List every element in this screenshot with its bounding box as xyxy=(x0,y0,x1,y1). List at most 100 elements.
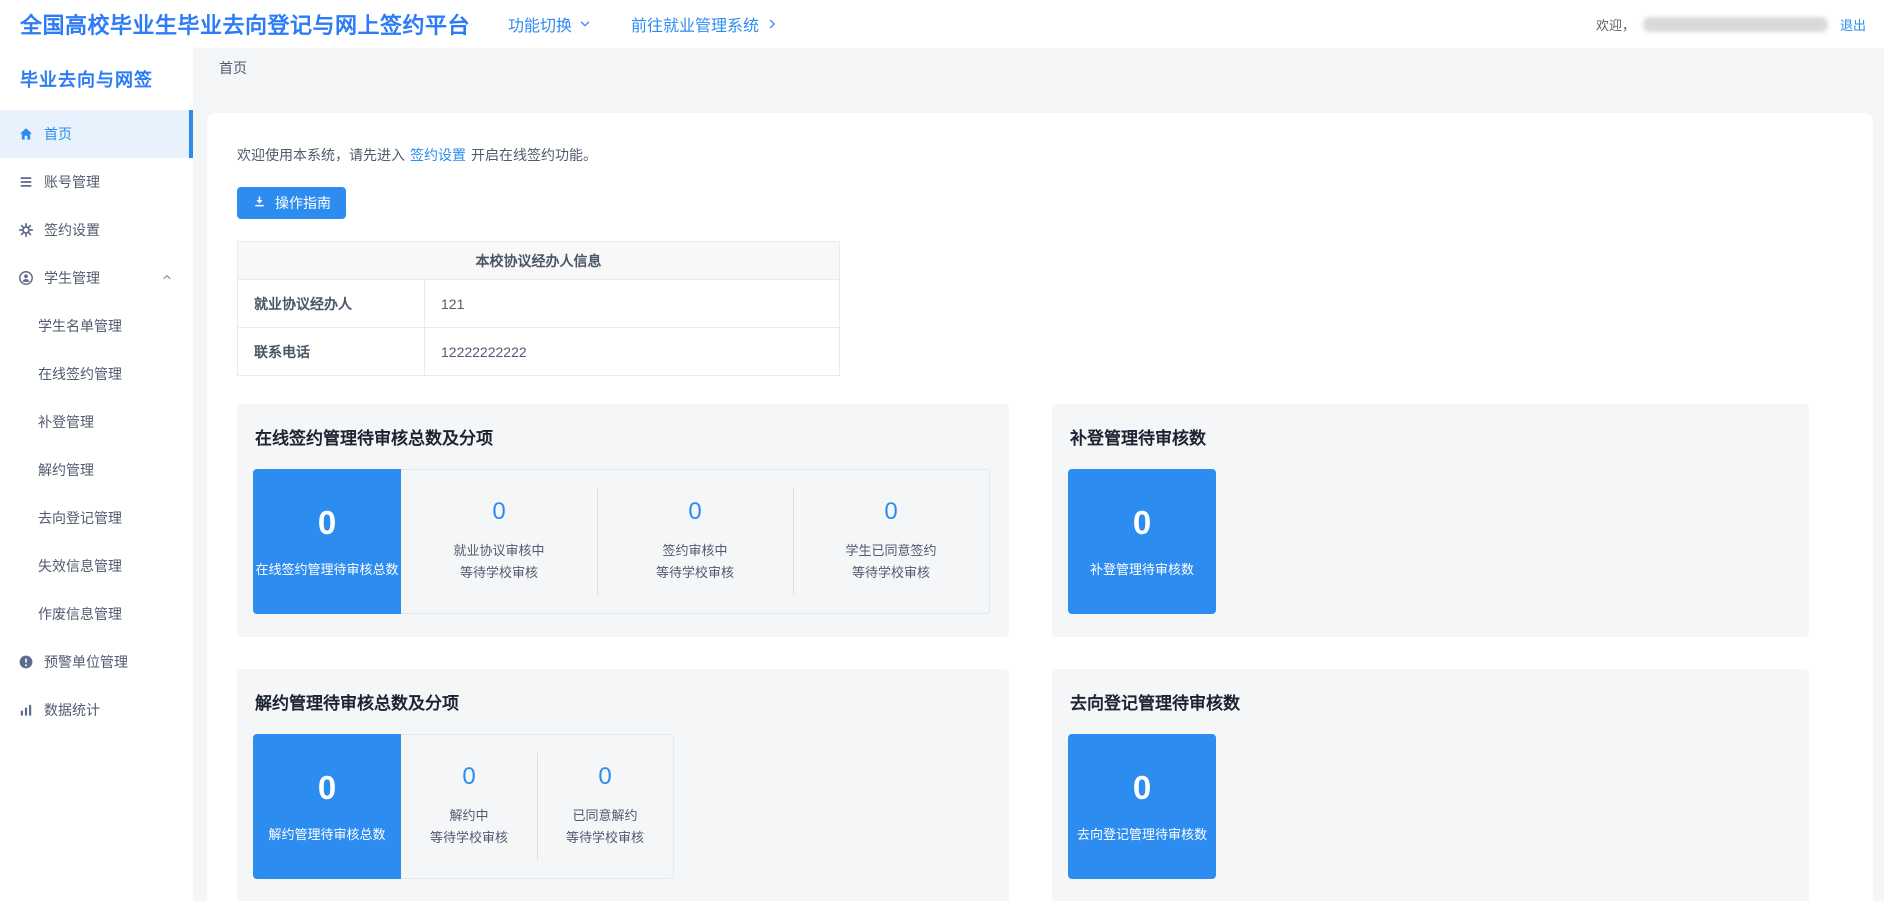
stat-item-student-agreed[interactable]: 0 学生已同意签约 等待学校审核 xyxy=(793,470,989,613)
sign-settings-link[interactable]: 签约设置 xyxy=(410,147,466,163)
total-label: 在线签约管理待审核总数 xyxy=(255,559,398,578)
stat-line: 等待学校审核 xyxy=(430,827,508,849)
stat-item-terminating[interactable]: 0 解约中 等待学校审核 xyxy=(401,735,537,878)
tab-home[interactable]: 首页 xyxy=(219,58,247,78)
sidebar-brand: 毕业去向与网签 xyxy=(0,48,193,110)
card-online-signing: 在线签约管理待审核总数及分项 0 在线签约管理待审核总数 0 就业协议审核中 等… xyxy=(237,404,1009,637)
sidebar-item-label: 补登管理 xyxy=(38,412,94,432)
logout-link[interactable]: 退出 xyxy=(1840,15,1866,34)
destination-total-tile[interactable]: 0 去向登记管理待审核数 xyxy=(1068,734,1216,879)
redacted-username xyxy=(1643,17,1828,32)
table-row: 就业协议经办人 121 xyxy=(238,280,840,328)
sidebar-item-label: 在线签约管理 xyxy=(38,364,122,384)
stat-line: 签约审核中 xyxy=(662,540,727,562)
topbar-user-area: 欢迎， 退出 xyxy=(1596,15,1866,34)
sidebar-item-label: 失效信息管理 xyxy=(38,556,122,576)
total-value: 0 xyxy=(1133,506,1151,539)
total-value: 0 xyxy=(318,771,336,804)
operation-guide-label: 操作指南 xyxy=(275,193,331,213)
sidebar-item-warning-units[interactable]: 预警单位管理 xyxy=(0,638,193,686)
sidebar-item-destination-mgmt[interactable]: 去向登记管理 xyxy=(0,494,193,542)
welcome-text-before: 欢迎使用本系统，请先进入 xyxy=(237,147,405,163)
termination-total-tile[interactable]: 0 解约管理待审核总数 xyxy=(253,734,401,879)
stat-line: 已同意解约 xyxy=(572,805,637,827)
sidebar: 毕业去向与网签 首页 账号管理 签约设置 学生管理 xyxy=(0,48,193,901)
go-employment-system-link[interactable]: 前往就业管理系统 xyxy=(631,12,778,36)
stat-cards-grid: 在线签约管理待审核总数及分项 0 在线签约管理待审核总数 0 就业协议审核中 等… xyxy=(237,404,1843,901)
main-panel: 欢迎使用本系统，请先进入签约设置开启在线签约功能。 操作指南 本校协议经办人信息… xyxy=(207,113,1873,901)
sidebar-item-label: 解约管理 xyxy=(38,460,94,480)
stat-items-box: 0 解约中 等待学校审核 0 已同意解约 等待学校审核 xyxy=(401,734,674,879)
sidebar-item-online-sign-mgmt[interactable]: 在线签约管理 xyxy=(0,350,193,398)
stat-item-sign-review[interactable]: 0 签约审核中 等待学校审核 xyxy=(597,470,793,613)
stat-line: 等待学校审核 xyxy=(852,562,930,584)
stat-line: 解约中 xyxy=(449,805,488,827)
sidebar-item-void-info-mgmt[interactable]: 作废信息管理 xyxy=(0,590,193,638)
card-title: 补登管理待审核数 xyxy=(1068,424,1793,449)
function-switch-link[interactable]: 功能切换 xyxy=(508,12,591,36)
sidebar-item-label: 首页 xyxy=(44,124,72,144)
welcome-text-after: 开启在线签约功能。 xyxy=(471,147,597,163)
sidebar-item-label: 学生名单管理 xyxy=(38,316,122,336)
user-icon xyxy=(18,270,34,286)
go-employment-system-label: 前往就业管理系统 xyxy=(631,12,759,36)
card-title: 去向登记管理待审核数 xyxy=(1068,689,1793,714)
total-label: 解约管理待审核总数 xyxy=(268,824,385,843)
agent-info-table: 本校协议经办人信息 就业协议经办人 121 联系电话 12222222222 xyxy=(237,241,840,376)
total-label: 补登管理待审核数 xyxy=(1090,559,1194,578)
sidebar-item-label: 签约设置 xyxy=(44,220,100,240)
card-destination: 去向登记管理待审核数 0 去向登记管理待审核数 xyxy=(1052,669,1809,901)
home-icon xyxy=(18,126,34,142)
stat-item-termination-agreed[interactable]: 0 已同意解约 等待学校审核 xyxy=(537,735,673,878)
top-nav: 功能切换 前往就业管理系统 xyxy=(508,12,778,36)
sidebar-item-label: 学生管理 xyxy=(44,268,100,288)
card-body: 0 在线签约管理待审核总数 0 就业协议审核中 等待学校审核 0 签约 xyxy=(253,469,993,614)
card-title: 解约管理待审核总数及分项 xyxy=(253,689,993,714)
stat-line: 等待学校审核 xyxy=(656,562,734,584)
warning-icon xyxy=(18,654,34,670)
chevron-up-icon xyxy=(161,270,173,286)
stat-line: 等待学校审核 xyxy=(460,562,538,584)
welcome-message: 欢迎使用本系统，请先进入签约设置开启在线签约功能。 xyxy=(237,145,1843,165)
sidebar-item-student-mgmt[interactable]: 学生管理 xyxy=(0,254,193,302)
card-body: 0 去向登记管理待审核数 xyxy=(1068,734,1793,879)
card-supplementary: 补登管理待审核数 0 补登管理待审核数 xyxy=(1052,404,1809,637)
phone-value: 12222222222 xyxy=(425,328,840,376)
table-row: 联系电话 12222222222 xyxy=(238,328,840,376)
sidebar-item-termination-mgmt[interactable]: 解约管理 xyxy=(0,446,193,494)
bar-chart-icon xyxy=(18,702,34,718)
chevron-right-icon xyxy=(766,18,778,30)
welcome-label: 欢迎， xyxy=(1596,15,1635,34)
online-signing-total-tile[interactable]: 0 在线签约管理待审核总数 xyxy=(253,469,401,614)
sidebar-item-label: 作废信息管理 xyxy=(38,604,122,624)
stat-line: 等待学校审核 xyxy=(566,827,644,849)
sidebar-item-home[interactable]: 首页 xyxy=(0,110,193,158)
sidebar-item-label: 数据统计 xyxy=(44,700,100,720)
function-switch-label: 功能切换 xyxy=(508,12,572,36)
sidebar-item-label: 预警单位管理 xyxy=(44,652,128,672)
sidebar-item-label: 账号管理 xyxy=(44,172,100,192)
agent-name-label: 就业协议经办人 xyxy=(238,280,425,328)
stat-item-agreement-review[interactable]: 0 就业协议审核中 等待学校审核 xyxy=(401,470,597,613)
platform-title: 全国高校毕业生毕业去向登记与网上签约平台 xyxy=(20,8,470,40)
sidebar-item-invalid-info-mgmt[interactable]: 失效信息管理 xyxy=(0,542,193,590)
stat-value: 0 xyxy=(688,500,701,524)
total-label: 去向登记管理待审核数 xyxy=(1077,824,1207,843)
sidebar-item-student-list-mgmt[interactable]: 学生名单管理 xyxy=(0,302,193,350)
supplementary-total-tile[interactable]: 0 补登管理待审核数 xyxy=(1068,469,1216,614)
card-body: 0 解约管理待审核总数 0 解约中 等待学校审核 0 已同意解约 xyxy=(253,734,993,879)
operation-guide-button[interactable]: 操作指南 xyxy=(237,187,346,219)
card-termination: 解约管理待审核总数及分项 0 解约管理待审核总数 0 解约中 等待学校审核 xyxy=(237,669,1009,901)
table-header-row: 本校协议经办人信息 xyxy=(238,242,840,280)
chevron-down-icon xyxy=(579,18,591,30)
agent-name-value: 121 xyxy=(425,280,840,328)
total-value: 0 xyxy=(1133,771,1151,804)
sidebar-item-account-mgmt[interactable]: 账号管理 xyxy=(0,158,193,206)
stat-items-box: 0 就业协议审核中 等待学校审核 0 签约审核中 等待学校审核 0 xyxy=(401,469,990,614)
total-value: 0 xyxy=(318,506,336,539)
stat-value: 0 xyxy=(598,765,611,789)
gear-icon xyxy=(18,222,34,238)
sidebar-item-statistics[interactable]: 数据统计 xyxy=(0,686,193,734)
sidebar-item-sign-settings[interactable]: 签约设置 xyxy=(0,206,193,254)
sidebar-item-supplement-mgmt[interactable]: 补登管理 xyxy=(0,398,193,446)
